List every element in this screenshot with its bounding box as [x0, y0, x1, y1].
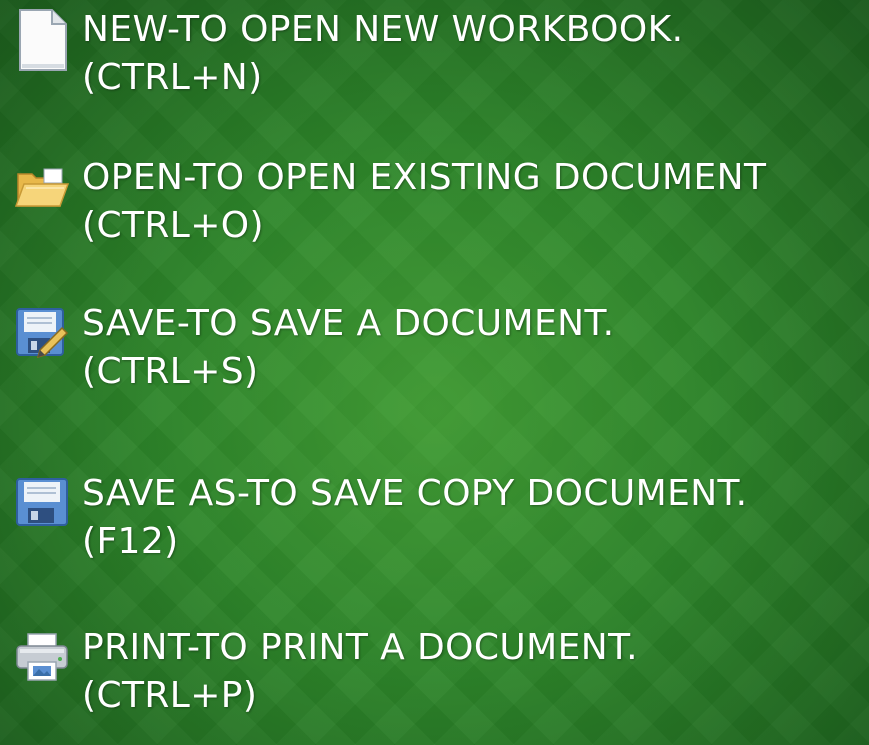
item-description: PRINT-TO PRINT A DOCUMENT. [82, 627, 639, 668]
item-text: SAVE-TO SAVE A DOCUMENT. (CTRL+S) [82, 300, 614, 396]
item-description: SAVE AS-TO SAVE COPY DOCUMENT. [82, 473, 748, 514]
item-shortcut: (CTRL+S) [82, 351, 259, 392]
item-shortcut: (CTRL+O) [82, 205, 264, 246]
new-document-icon [14, 8, 70, 71]
item-text: NEW-TO OPEN NEW WORKBOOK. (CTRL+N) [82, 6, 684, 102]
item-text: PRINT-TO PRINT A DOCUMENT. (CTRL+P) [82, 624, 638, 720]
item-text: OPEN-TO OPEN EXISTING DOCUMENT (CTRL+O) [82, 154, 766, 250]
save-icon [14, 306, 70, 362]
item-text: SAVE AS-TO SAVE COPY DOCUMENT. (F12) [82, 470, 748, 566]
item-shortcut: (CTRL+P) [82, 675, 258, 716]
save-as-icon [14, 476, 70, 532]
item-shortcut: (F12) [82, 521, 179, 562]
open-folder-icon [14, 166, 70, 222]
item-description: OPEN-TO OPEN EXISTING DOCUMENT [82, 157, 767, 198]
item-shortcut: (CTRL+N) [82, 57, 263, 98]
item-description: SAVE-TO SAVE A DOCUMENT. [82, 303, 615, 344]
slide: NEW-TO OPEN NEW WORKBOOK. (CTRL+N) OPEN-… [0, 0, 869, 745]
printer-icon [14, 632, 70, 688]
item-description: NEW-TO OPEN NEW WORKBOOK. [82, 9, 684, 50]
